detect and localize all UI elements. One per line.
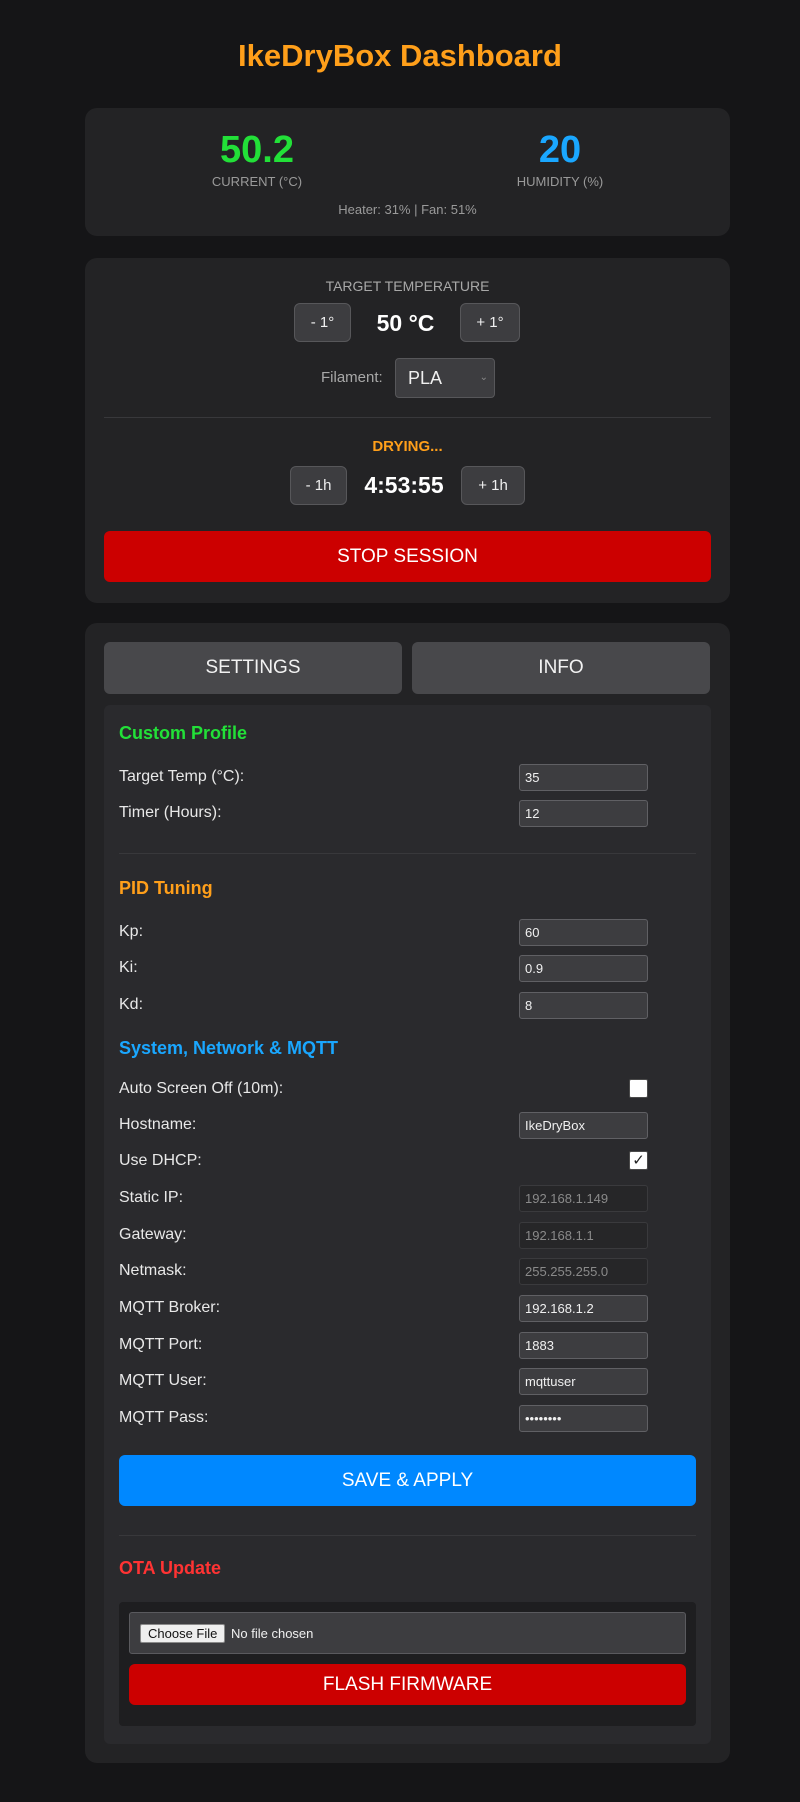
timer-input[interactable]: 12 [519,800,648,827]
current-temp-stat: 50.2 CURRENT (°C) [157,130,357,189]
target-temp-value: 50 °C [376,310,435,336]
temp-increase-button[interactable]: + 1° [460,303,520,342]
hostname-input[interactable]: IkeDryBox [519,1112,648,1139]
system-network-title: System, Network & MQTT [119,1038,339,1058]
control-card: TARGET TEMPERATURE - 1° 50 °C + 1° Filam… [85,258,730,603]
filament-label: Filament: [321,369,383,386]
mqtt-user-input[interactable]: mqttuser [519,1368,648,1395]
hostname-label: Hostname: [119,1116,197,1133]
screen-off-checkbox[interactable] [629,1079,648,1098]
stop-session-button[interactable]: STOP SESSION [104,531,711,582]
filament-selected-value: PLA [408,368,443,388]
temp-decrease-button[interactable]: - 1° [294,303,351,342]
settings-panel: Custom Profile Target Temp (°C): 35 Time… [104,705,711,1744]
humidity-value: 20 [538,129,582,171]
kd-label: Kd: [119,996,144,1013]
netmask-input[interactable]: 255.255.255.0 [519,1258,648,1285]
target-temp-field-label: Target Temp (°C): [119,768,245,785]
save-apply-button[interactable]: SAVE & APPLY [119,1455,696,1506]
time-remaining: 4:53:55 [364,472,444,498]
hour-increase-button[interactable]: + 1h [461,466,525,505]
ota-form: Choose File No file chosen FLASH FIRMWAR… [119,1602,696,1726]
mqtt-pass-input[interactable]: •••••••• [519,1405,648,1432]
page-title: IkeDryBox Dashboard [238,38,562,73]
choose-file-button[interactable]: Choose File [140,1624,226,1643]
static-ip-input[interactable]: 192.168.1.149 [519,1185,648,1212]
mqtt-pass-label: MQTT Pass: [119,1409,209,1426]
pid-tuning-title: PID Tuning [119,878,213,898]
mqtt-broker-input[interactable]: 192.168.1.2 [519,1295,648,1322]
screen-off-label: Auto Screen Off (10m): [119,1080,284,1097]
humidity-stat: 20 HUMIDITY (%) [460,130,660,189]
kp-label: Kp: [119,923,144,940]
divider [119,1535,696,1536]
dhcp-checkbox[interactable]: ✓ [629,1151,648,1170]
humidity-label: HUMIDITY (%) [516,174,604,189]
gateway-label: Gateway: [119,1226,187,1243]
ki-input[interactable]: 0.9 [519,955,648,982]
ota-update-title: OTA Update [119,1558,221,1578]
flash-firmware-button[interactable]: FLASH FIRMWARE [129,1664,686,1705]
stats-card: 50.2 CURRENT (°C) 20 HUMIDITY (%) Heater… [85,108,730,236]
tab-settings[interactable]: SETTINGS [104,642,402,694]
mqtt-user-label: MQTT User: [119,1372,207,1389]
netmask-label: Netmask: [119,1262,187,1279]
session-status: DRYING... [372,438,443,455]
target-temp-input[interactable]: 35 [519,764,648,791]
kd-input[interactable]: 8 [519,992,648,1019]
mqtt-port-input[interactable]: 1883 [519,1332,648,1359]
custom-profile-title: Custom Profile [119,723,248,743]
gateway-input[interactable]: 192.168.1.1 [519,1222,648,1249]
dhcp-label: Use DHCP: [119,1152,202,1169]
kp-input[interactable]: 60 [519,919,648,946]
file-status: No file chosen [231,1626,314,1641]
tab-info[interactable]: INFO [412,642,710,694]
mqtt-broker-label: MQTT Broker: [119,1299,221,1316]
current-temp-label: CURRENT (°C) [211,174,303,189]
static-ip-label: Static IP: [119,1189,184,1206]
settings-card: SETTINGS INFO Custom Profile Target Temp… [85,623,730,1763]
heater-fan-status: Heater: 31% | Fan: 51% [338,202,477,217]
ki-label: Ki: [119,959,138,976]
current-temp-value: 50.2 [220,129,294,171]
timer-field-label: Timer (Hours): [119,804,222,821]
chevron-down-icon: ⌄ [479,372,488,383]
divider [104,417,711,418]
hour-decrease-button[interactable]: - 1h [290,466,347,505]
firmware-file-input[interactable]: Choose File No file chosen [129,1612,686,1654]
target-temp-label: TARGET TEMPERATURE [325,278,490,294]
filament-select[interactable]: PLA ⌄ [395,358,495,398]
mqtt-port-label: MQTT Port: [119,1336,203,1353]
check-icon: ✓ [632,1152,645,1169]
divider [119,853,696,854]
